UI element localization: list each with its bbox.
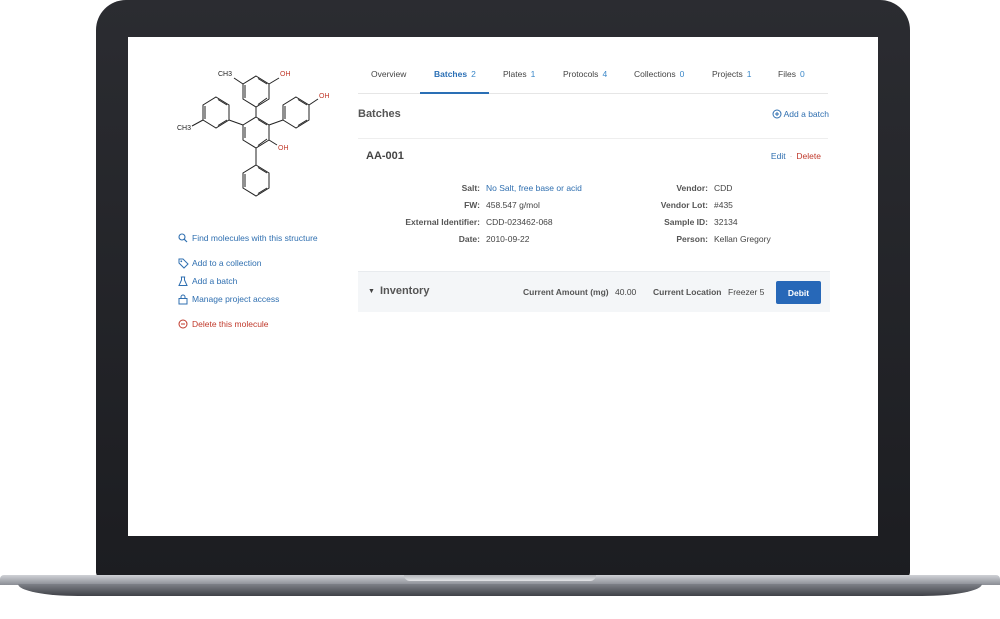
tab-label: Files	[778, 69, 796, 79]
find-molecules-link[interactable]: Find molecules with this structure	[177, 231, 318, 245]
current-location-value: Freezer 5	[728, 287, 765, 297]
manage-project-access-link[interactable]: Manage project access	[177, 292, 279, 306]
tab-label: Collections	[634, 69, 676, 79]
tab-count: 4	[602, 69, 608, 79]
delete-molecule-label: Delete this molecule	[192, 319, 269, 329]
tab-count: 0	[679, 69, 685, 79]
tab-count: 0	[799, 69, 805, 79]
tag-icon	[177, 257, 189, 269]
tab-overview[interactable]: Overview	[371, 69, 406, 79]
edit-batch-link[interactable]: Edit	[771, 151, 786, 161]
add-batch-button[interactable]: Add a batch	[772, 109, 829, 119]
delete-batch-link[interactable]: Delete	[796, 151, 821, 161]
current-amount-label: Current Amount (mg)	[523, 287, 609, 297]
laptop-notch	[404, 575, 596, 581]
batch-actions: Edit · Delete	[771, 151, 821, 161]
inventory-title: Inventory	[379, 285, 430, 297]
vendor-lot-label: Vendor Lot:	[660, 200, 708, 210]
tab-projects[interactable]: Projects 1	[712, 69, 751, 79]
salt-label: Salt:	[461, 183, 480, 193]
batches-title: Batches	[358, 108, 401, 120]
flask-icon	[177, 275, 189, 287]
external-identifier-label: External Identifier:	[405, 217, 480, 227]
sample-id-label: Sample ID:	[664, 217, 708, 227]
fw-label: FW:	[464, 200, 480, 210]
vendor-label: Vendor:	[676, 183, 708, 193]
screen: CH3 OH OH CH3 OH Find molecules with thi…	[128, 37, 878, 536]
tab-protocols[interactable]: Protocols 4	[563, 69, 607, 79]
tab-label: Projects	[712, 69, 743, 79]
external-identifier-value: CDD-023462-068	[486, 217, 553, 227]
lock-icon	[177, 293, 189, 305]
fw-value: 458.547 g/mol	[486, 200, 540, 210]
laptop-base-bottom	[18, 584, 982, 596]
date-label: Date:	[458, 234, 480, 244]
tab-plates[interactable]: Plates 1	[503, 69, 535, 79]
tab-count: 2	[471, 69, 476, 79]
tab-label: Overview	[371, 69, 407, 79]
date-value: 2010-09-22	[486, 234, 530, 244]
action-separator: ·	[789, 151, 793, 161]
sample-id-value: 32134	[714, 217, 738, 227]
tab-count: 1	[746, 69, 752, 79]
delete-molecule-link[interactable]: Delete this molecule	[177, 317, 269, 331]
tab-count: 1	[530, 69, 536, 79]
tab-label: Plates	[503, 69, 527, 79]
add-to-collection-link[interactable]: Add to a collection	[177, 256, 261, 270]
current-amount-value: 40.00	[615, 287, 637, 297]
plus-circle-icon	[772, 109, 782, 119]
add-batch-side-label: Add a batch	[192, 276, 238, 286]
inventory-toggle[interactable]: ▼ Inventory	[368, 285, 429, 297]
caret-down-icon: ▼	[368, 287, 375, 295]
divider	[358, 138, 828, 139]
batch-name: AA-001	[366, 150, 404, 162]
add-to-collection-label: Add to a collection	[192, 258, 262, 268]
vendor-lot-value: #435	[714, 200, 733, 210]
current-location-label: Current Location	[653, 287, 722, 297]
search-icon	[177, 232, 189, 244]
inventory-panel: ▼ Inventory Current Amount (mg) 40.00 Cu…	[358, 271, 830, 312]
minus-circle-icon	[177, 318, 189, 330]
tab-bar: Overview Batches 2 Plates 1 Protocols 4 Col…	[358, 59, 828, 94]
find-molecules-label: Find molecules with this structure	[192, 233, 318, 243]
hydroxyl-label-center: OH	[278, 145, 289, 152]
hydroxyl-label-top: OH	[280, 71, 291, 78]
tab-label: Batches	[434, 69, 468, 79]
tab-label: Protocols	[563, 69, 599, 79]
molecule-structure: CH3 OH OH CH3 OH	[177, 71, 330, 197]
tab-files[interactable]: Files 0	[778, 69, 805, 79]
person-label: Person:	[676, 234, 708, 244]
add-batch-label: Add a batch	[783, 109, 829, 119]
add-batch-side-link[interactable]: Add a batch	[177, 274, 237, 288]
active-tab-indicator	[420, 92, 489, 94]
manage-project-access-label: Manage project access	[192, 294, 280, 304]
person-value: Kellan Gregory	[714, 234, 771, 244]
methyl-label-left: CH3	[177, 125, 191, 132]
tab-collections[interactable]: Collections 0	[634, 69, 684, 79]
vendor-value: CDD	[714, 183, 733, 193]
salt-value-link[interactable]: No Salt, free base or acid	[486, 183, 582, 193]
methyl-label-top: CH3	[218, 71, 232, 78]
debit-button[interactable]: Debit	[776, 281, 821, 304]
tab-batches[interactable]: Batches 2	[434, 69, 476, 79]
hydroxyl-label-right: OH	[319, 93, 330, 100]
